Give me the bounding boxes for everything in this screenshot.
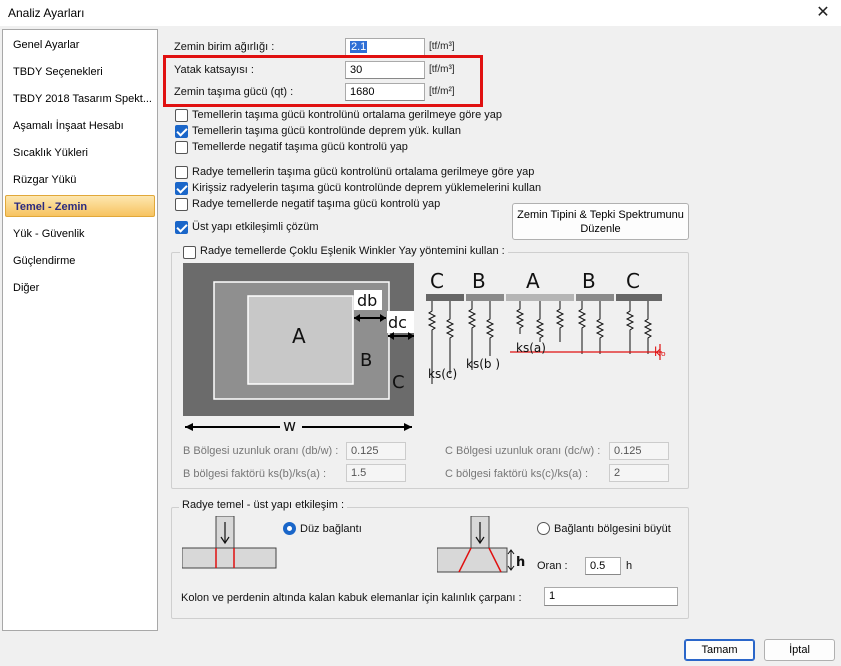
radio-plain-connection[interactable] — [283, 522, 296, 535]
unit-weight-input[interactable]: 2.1 — [345, 38, 425, 56]
sidebar-item-genel-ayarlar[interactable]: Genel Ayarlar — [5, 34, 155, 56]
ok-button[interactable]: Tamam — [684, 639, 755, 661]
b-factor-label: B bölgesi faktörü ks(b)/ks(a) : — [183, 468, 327, 480]
sidebar-item-temel-zemin[interactable]: Temel - Zemin — [5, 195, 155, 217]
check-winkler[interactable] — [183, 246, 196, 259]
check-raft-avg-stress[interactable] — [175, 166, 188, 179]
zone-b-label: B — [360, 350, 372, 371]
c-length-ratio-label: C Bölgesi uzunluk oranı (dc/w) : — [445, 445, 601, 457]
sidebar-item-tbdy-2018-spektrum[interactable]: TBDY 2018 Tasarım Spekt... — [5, 88, 155, 110]
check-raft-seismic[interactable] — [175, 182, 188, 195]
sidebar-item-guclendirme[interactable]: Güçlendirme — [5, 250, 155, 272]
radio-enlarge-connection[interactable] — [537, 522, 550, 535]
section-b-left: B — [472, 269, 486, 293]
sidebar-item-tbdy-secenekleri[interactable]: TBDY Seçenekleri — [5, 61, 155, 83]
check-negative-bearing[interactable] — [175, 141, 188, 154]
title-bar: Analiz Ayarları ✕ — [0, 0, 841, 26]
check-avg-stress-label: Temellerin taşıma gücü kontrolünü ortala… — [192, 109, 502, 121]
unit-weight-label: Zemin birim ağırlığı : — [174, 41, 275, 53]
b-length-ratio-label: B Bölgesi uzunluk oranı (db/w) : — [183, 445, 339, 457]
sidebar-item-asamali-insaat[interactable]: Aşamalı İnşaat Hesabı — [5, 115, 155, 137]
radio-enlarge-connection-label: Bağlantı bölgesini büyüt — [554, 523, 671, 535]
check-negative-bearing-label: Temellerde negatif taşıma gücü kontrolü … — [192, 141, 408, 153]
footer-bar: Tamam İptal — [0, 632, 841, 666]
plain-connection-diagram — [182, 516, 277, 569]
b-factor-input[interactable]: 1.5 — [346, 464, 406, 482]
ksb-label: ks(b ) — [466, 357, 500, 371]
check-interaction-solution-label: Üst yapı etkileşimli çözüm — [192, 221, 319, 233]
check-raft-negative-label: Radye temellerde negatif taşıma gücü kon… — [192, 198, 441, 210]
check-interaction-solution[interactable] — [175, 221, 188, 234]
section-b-right: B — [582, 269, 596, 293]
ratio-label: Oran : — [537, 560, 568, 572]
section-c-left: C — [430, 269, 444, 293]
ksc-label: ks(c) — [428, 367, 457, 381]
c-factor-input[interactable]: 2 — [609, 464, 669, 482]
section-a: A — [526, 269, 540, 293]
edit-spectrum-button[interactable]: Zemin Tipini & Tepki Spektrumunu Düzenle — [512, 203, 689, 240]
unit-weight-unit: [tf/m³] — [429, 41, 455, 52]
check-raft-avg-stress-label: Radye temellerin taşıma gücü kontrolünü … — [192, 166, 535, 178]
thickness-factor-label: Kolon ve perdenin altında kalan kabuk el… — [181, 592, 522, 604]
ksa-label: ks(a) — [516, 341, 546, 355]
sidebar-item-ruzgar-yuku[interactable]: Rüzgar Yükü — [5, 169, 155, 191]
check-raft-seismic-label: Kirişsiz radyelerin taşıma gücü kontrolü… — [192, 182, 542, 194]
sidebar-item-sicaklik-yukleri[interactable]: Sıcaklık Yükleri — [5, 142, 155, 164]
w-label: w — [283, 416, 296, 435]
check-avg-stress[interactable] — [175, 109, 188, 122]
thickness-factor-input[interactable]: 1 — [544, 587, 678, 606]
cancel-button[interactable]: İptal — [764, 639, 835, 661]
ratio-unit: h — [626, 560, 633, 572]
check-seismic-load[interactable] — [175, 125, 188, 138]
section-c-right: C — [626, 269, 640, 293]
sidebar: Genel Ayarlar TBDY Seçenekleri TBDY 2018… — [2, 29, 158, 631]
sidebar-item-diger[interactable]: Diğer — [5, 277, 155, 299]
c-length-ratio-input[interactable]: 0.125 — [609, 442, 669, 460]
zone-c-label: C — [392, 372, 405, 393]
dc-label: dc — [388, 313, 407, 332]
check-seismic-load-label: Temellerin taşıma gücü kontrolünde depre… — [192, 125, 462, 137]
check-raft-negative[interactable] — [175, 198, 188, 211]
c-factor-label: C bölgesi faktörü ks(c)/ks(a) : — [445, 468, 589, 480]
ratio-input[interactable]: 0.5 — [585, 557, 621, 575]
close-icon[interactable]: ✕ — [813, 3, 833, 23]
raft-interaction-title: Radye temel - üst yapı etkileşim : — [179, 499, 348, 511]
sidebar-item-yuk-guvenlik[interactable]: Yük - Güvenlik — [5, 223, 155, 245]
db-label: db — [357, 291, 377, 310]
ko-label: kₒ — [654, 345, 666, 359]
b-length-ratio-input[interactable]: 0.125 — [346, 442, 406, 460]
raft-plan-diagram: A B C db dc w — [183, 263, 414, 435]
h-label: h — [516, 555, 525, 570]
winkler-spring-diagram: C B A B C ks(a) ks(b ) ks(c) kₒ — [426, 269, 666, 384]
enlarged-connection-diagram: h — [437, 516, 525, 573]
winkler-group-title: Radye temellerde Çoklu Eşlenik Winkler Y… — [180, 245, 508, 257]
zone-a-label: A — [292, 324, 306, 348]
window-title: Analiz Ayarları — [8, 6, 85, 20]
radio-plain-connection-label: Düz bağlantı — [300, 523, 362, 535]
highlight-box — [163, 55, 483, 107]
